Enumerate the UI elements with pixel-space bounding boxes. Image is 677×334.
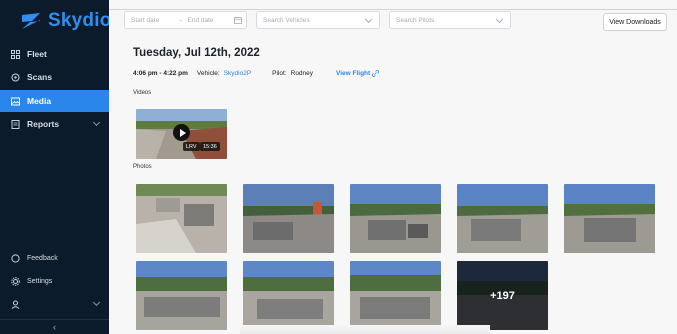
scan-icon	[11, 73, 20, 81]
skydio-logo[interactable]: Skydio	[20, 10, 112, 32]
vehicle-select[interactable]	[256, 11, 380, 29]
video-duration-badge: 15:36	[200, 142, 220, 151]
vehicle-label: Vehicle:	[196, 70, 220, 77]
sidebar-item-settings[interactable]: Settings	[0, 270, 109, 292]
flight-meta: 4:06 pm - 4:22 pm Vehicle: Skydio2P Pilo…	[133, 70, 313, 77]
video-thumbnail[interactable]: LRV 15:36	[136, 109, 227, 159]
sidebar-item-label: Fleet	[27, 49, 47, 59]
photo-preview	[457, 184, 548, 253]
brand-name: Skydio	[48, 10, 112, 31]
play-icon[interactable]	[173, 124, 190, 141]
sidebar-collapse-button[interactable]: ‹	[0, 319, 109, 334]
gear-icon	[11, 276, 20, 286]
scroll-shadow	[240, 325, 490, 334]
flight-date-title: Tuesday, Jul 12th, 2022	[133, 47, 260, 59]
photos-section-label: Photos	[133, 164, 152, 170]
sidebar-item-label: Settings	[27, 277, 53, 285]
report-icon	[11, 119, 20, 129]
user-menu[interactable]	[0, 293, 109, 315]
video-quality-badge: LRV	[183, 142, 200, 151]
sidebar-item-scans[interactable]: Scans	[0, 66, 109, 88]
sidebar-item-label: Feedback	[27, 254, 58, 262]
search-vehicles-input[interactable]	[263, 16, 367, 24]
sidebar-item-label: Reports	[27, 119, 60, 129]
photo-thumbnail[interactable]	[350, 261, 441, 330]
pilot-name: Rodney	[290, 70, 314, 77]
calendar-icon	[233, 17, 242, 24]
photo-preview	[243, 261, 334, 330]
sidebar-item-label: Media	[27, 96, 52, 106]
arrow-right-icon: →	[177, 16, 184, 24]
start-date-input[interactable]	[131, 16, 173, 24]
photo-thumbnail[interactable]	[350, 184, 441, 253]
feedback-icon	[11, 253, 20, 263]
pilot-select[interactable]	[389, 11, 511, 29]
date-range-picker[interactable]: →	[124, 11, 247, 29]
chevron-down-icon	[92, 118, 101, 127]
photo-thumbnail[interactable]	[564, 184, 655, 253]
flight-time-range: 4:06 pm - 4:22 pm	[133, 70, 188, 77]
link-icon	[372, 70, 379, 77]
videos-section-label: Videos	[133, 90, 152, 96]
photo-preview	[350, 184, 441, 253]
more-photos-count: +197	[457, 261, 548, 330]
photo-preview	[136, 184, 227, 253]
sidebar-item-label: Scans	[27, 72, 53, 82]
end-date-input[interactable]	[187, 16, 230, 24]
pilot-label: Pilot:	[272, 70, 287, 77]
view-downloads-button[interactable]: View Downloads	[603, 13, 667, 31]
more-photos-tile[interactable]: +197	[457, 261, 548, 330]
view-flight-link[interactable]: View Flight	[336, 70, 379, 77]
sidebar: Skydio Fleet Scans Media Reports Feedbac…	[0, 0, 112, 334]
image-icon	[11, 97, 20, 105]
photo-thumbnail[interactable]	[136, 184, 227, 253]
vehicle-link[interactable]: Skydio2P	[224, 70, 251, 77]
photo-preview	[243, 184, 334, 253]
sidebar-item-reports[interactable]: Reports	[0, 113, 109, 135]
photo-preview	[136, 261, 227, 330]
search-pilots-input[interactable]	[396, 16, 498, 24]
photo-thumbnail[interactable]	[136, 261, 227, 330]
chevron-down-icon	[92, 298, 101, 307]
photo-preview	[564, 184, 655, 253]
photo-thumbnail[interactable]	[243, 184, 334, 253]
sidebar-item-fleet[interactable]: Fleet	[0, 43, 109, 65]
media-content: Tuesday, Jul 12th, 2022 4:06 pm - 4:22 p…	[109, 46, 677, 334]
photo-thumbnail[interactable]	[243, 261, 334, 330]
user-icon	[11, 300, 20, 309]
sidebar-item-media[interactable]: Media	[0, 90, 109, 112]
photo-thumbnail[interactable]	[457, 184, 548, 253]
view-flight-label: View Flight	[336, 70, 371, 78]
photo-preview	[350, 261, 441, 330]
sidebar-item-feedback[interactable]: Feedback	[0, 247, 109, 269]
chevron-left-icon: ‹	[53, 322, 56, 332]
skydio-logo-icon	[22, 13, 40, 29]
grid-icon	[11, 49, 20, 59]
